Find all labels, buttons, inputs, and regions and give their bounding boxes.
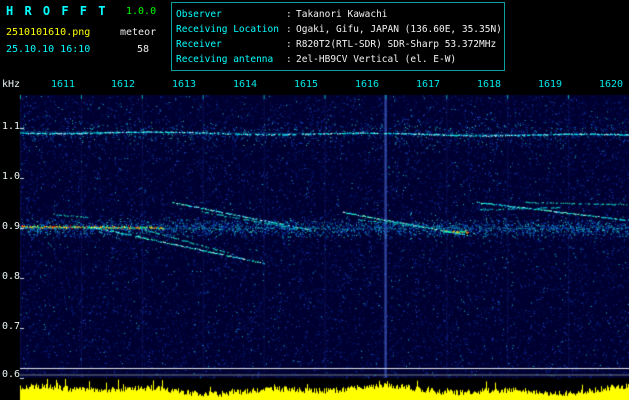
x-tick-label: 1611 — [50, 79, 76, 90]
y-tick-label: 0.6 — [2, 369, 21, 380]
info-row-observer: Observer : Takanori Kawachi — [176, 7, 500, 22]
info-row-receiver: Receiver : R820T2(RTL-SDR) SDR-Sharp 53.… — [176, 37, 500, 52]
y-tick-label: 1.0 — [2, 171, 21, 182]
output-filename: 2510101610.png — [6, 27, 91, 38]
x-tick-label: 1619 — [537, 79, 563, 90]
info-colon: : — [286, 39, 292, 50]
info-value: R820T2(RTL-SDR) SDR-Sharp 53.372MHz — [296, 39, 497, 50]
info-colon: : — [286, 24, 292, 35]
echo-count: 58 — [137, 44, 150, 55]
timestamp: 25.10.10 16:10 — [6, 44, 91, 55]
spectrogram-canvas — [0, 75, 629, 400]
app-version: 1.0.0 — [126, 6, 157, 17]
y-axis-unit-label: kHz — [2, 79, 21, 90]
x-tick-label: 1616 — [354, 79, 380, 90]
observer-info-box: Observer : Takanori Kawachi Receiving Lo… — [171, 2, 505, 71]
info-label: Receiver — [176, 39, 222, 50]
info-colon: : — [286, 9, 292, 20]
y-tick-label: 0.8 — [2, 271, 21, 282]
x-tick-label: 1613 — [171, 79, 197, 90]
info-label: Receiving antenna — [176, 54, 274, 65]
info-row-location: Receiving Location : Ogaki, Gifu, JAPAN … — [176, 22, 502, 37]
x-tick-label: 1612 — [110, 79, 136, 90]
info-row-antenna: Receiving antenna : 2el-HB9CV Vertical (… — [176, 52, 500, 67]
info-colon: : — [286, 54, 292, 65]
x-tick-label: 1618 — [476, 79, 502, 90]
x-tick-label: 1614 — [232, 79, 258, 90]
info-label: Receiving Location — [176, 24, 279, 35]
x-tick-label: 1615 — [293, 79, 319, 90]
app-title: H R O F F T — [6, 4, 108, 18]
mode-label: meteor — [120, 27, 157, 38]
hrofft-screen: H R O F F T 1.0.0 2510101610.png meteor … — [0, 0, 629, 400]
info-label: Observer — [176, 9, 222, 20]
y-tick-label: 0.9 — [2, 221, 21, 232]
info-value: Ogaki, Gifu, JAPAN (136.60E, 35.35N) — [296, 24, 502, 35]
y-tick-label: 0.7 — [2, 321, 21, 332]
x-tick-label: 1617 — [415, 79, 441, 90]
info-value: 2el-HB9CV Vertical (el. E-W) — [296, 54, 457, 65]
x-tick-label: 1620 — [598, 79, 624, 90]
y-tick-label: 1.1 — [2, 121, 21, 132]
info-value: Takanori Kawachi — [296, 9, 388, 20]
